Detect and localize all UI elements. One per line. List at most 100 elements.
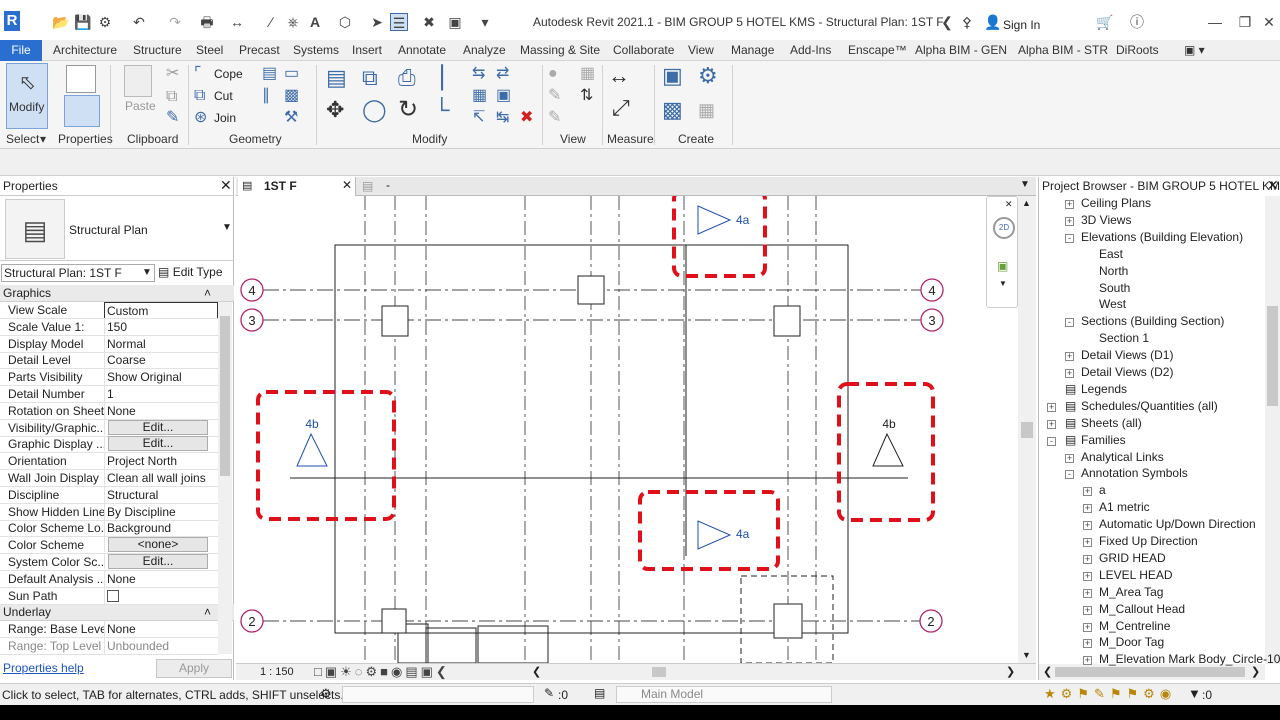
view-vertical-scrollbar[interactable]: ▲ ▼ [1018, 196, 1036, 663]
aligned-dimension-icon[interactable]: ⤢ [612, 97, 630, 119]
prop-row[interactable]: Wall Join Display Clean all wall joins [0, 470, 218, 487]
browser-item[interactable]: Automatic Up/Down Direction [1099, 517, 1256, 531]
tab-steel[interactable]: Steel [196, 43, 223, 57]
browser-item[interactable]: Section 1 [1099, 331, 1149, 345]
join-icon[interactable]: ⊛ [194, 109, 207, 127]
prop-row[interactable]: Detail Level Coarse [0, 352, 218, 370]
prop-value[interactable]: Clean all wall joins [104, 470, 218, 486]
scroll-thumb[interactable] [1021, 422, 1033, 438]
scroll-up-icon[interactable]: ▲ [1022, 198, 1031, 208]
prop-row[interactable]: Parts Visibility Show Original [0, 369, 218, 387]
prop-value[interactable]: Show Original [104, 369, 218, 386]
expand-icon[interactable]: + [1083, 622, 1092, 632]
customize-qat-icon[interactable]: ▾ [476, 13, 494, 31]
expand-icon[interactable]: + [1065, 352, 1074, 362]
close-nav-icon[interactable]: ✕ [1005, 199, 1013, 210]
section-icon[interactable]: ➤ [368, 13, 386, 31]
graphics-group-header[interactable]: Graphics ˄ [0, 285, 234, 302]
browser-hscrollbar[interactable]: ❮ ❯ [1039, 664, 1265, 680]
prop-value[interactable]: By Discipline [104, 503, 218, 520]
select-dropdown-icon[interactable]: ▾ [40, 132, 46, 146]
tab-architecture[interactable]: Architecture [53, 43, 117, 57]
split-icon[interactable]: ⇆ [472, 65, 485, 83]
model-dropdown[interactable]: Main Model [616, 686, 832, 703]
browser-item[interactable]: Legends [1081, 382, 1127, 396]
editable-only-icon[interactable]: ✎ [544, 686, 554, 700]
prop-value[interactable]: <none> [104, 537, 218, 553]
expand-icon[interactable]: + [1083, 605, 1092, 615]
design-options-icon[interactable]: ▤ [594, 686, 605, 700]
navigation-bar[interactable]: ✕ 2D ▣ ▼ [986, 196, 1018, 308]
join-label[interactable]: Join [214, 111, 236, 125]
measure-between-icon[interactable]: ↔ [608, 65, 630, 87]
browser-item[interactable]: M_Callout Head [1099, 602, 1185, 616]
browser-item[interactable]: West [1099, 297, 1126, 311]
expand-icon[interactable]: + [1065, 200, 1074, 209]
expand-icon[interactable]: + [1083, 554, 1092, 564]
modify-button[interactable]: ⬁ Modify [6, 63, 48, 129]
prop-row[interactable]: Sun Path [0, 587, 218, 605]
expand-icon[interactable]: + [1083, 521, 1092, 531]
hscroll-right-icon[interactable]: ❯ [1006, 665, 1015, 678]
browser-item[interactable]: Schedules/Quantities (all) [1081, 399, 1218, 413]
zoom-icon[interactable]: ▣ [997, 259, 1008, 273]
sign-in-link[interactable]: Sign In [1003, 18, 1040, 32]
browser-item[interactable]: North [1099, 264, 1128, 278]
expand-icon[interactable]: + [1083, 487, 1092, 497]
cut-label[interactable]: Cut [214, 89, 233, 103]
expand-icon[interactable]: + [1083, 588, 1092, 598]
copy-element-icon[interactable]: ◯ [362, 99, 387, 121]
tag-icon[interactable]: ⎈ [284, 13, 302, 31]
browser-item[interactable]: a [1099, 483, 1106, 497]
expand-icon[interactable]: + [1083, 571, 1092, 581]
prop-row[interactable]: Graphic Display ... Edit... [0, 436, 218, 454]
tab-manage[interactable]: Manage [731, 43, 774, 57]
browser-item[interactable]: Sheets (all) [1081, 416, 1142, 430]
filter-icon[interactable]: ▼ [1188, 686, 1201, 701]
prop-row[interactable]: Range: Base Level None [0, 621, 218, 638]
expand-icon[interactable]: + [1047, 419, 1056, 429]
collapse-icon[interactable]: ˄ [204, 285, 211, 301]
scroll-thumb[interactable] [1267, 306, 1278, 406]
structural-plan-canvas[interactable]: 4 3 2 4 3 2 4a 4a 4b 4b [236, 196, 1018, 663]
ribbon-toggle-icon[interactable]: ▣ ▾ [1184, 43, 1205, 57]
beam-join-icon[interactable]: ▤ [262, 65, 277, 83]
text-icon[interactable]: A [306, 13, 324, 31]
properties-scrollbar[interactable] [218, 302, 232, 654]
prop-row[interactable]: Scale Value 1: 150 [0, 318, 218, 336]
browser-item[interactable]: East [1099, 247, 1123, 261]
cope-icon[interactable]: ⌜ [194, 65, 202, 83]
prop-value[interactable]: Normal [104, 335, 218, 352]
edit-type-button[interactable]: ▤ Edit Type [158, 264, 223, 282]
cope-label[interactable]: Cope [214, 67, 243, 81]
measure-icon[interactable]: ↔ [228, 13, 246, 31]
expand-icon[interactable]: + [1065, 216, 1074, 226]
paste-icon[interactable] [124, 65, 152, 97]
drawing-area[interactable]: 4 3 2 4 3 2 4a 4a 4b 4b ✕ 2D ▣ ▼ [236, 196, 1018, 663]
delete-icon[interactable]: ✖ [520, 109, 533, 127]
cut-clip-icon[interactable]: ✂ [166, 65, 179, 83]
override-icon[interactable]: ✎ [548, 87, 561, 105]
prop-row[interactable]: Show Hidden Lines By Discipline [0, 503, 218, 521]
prop-edit-button[interactable]: Edit... [108, 419, 208, 435]
tab-enscape[interactable]: Enscape™ [848, 43, 907, 57]
workset-dropdown[interactable] [342, 686, 534, 703]
prop-row[interactable]: Color Scheme Lo... Background [0, 520, 218, 538]
collapse-icon[interactable]: - [1065, 233, 1074, 243]
binoculars-icon[interactable]: ⚴ [958, 13, 976, 31]
selection-filter-icons[interactable]: ★⚙⚑✎⚑⚑⚙◉ [1044, 686, 1176, 702]
prop-row[interactable]: Range: Top Level Unbounded [0, 638, 218, 655]
dimension-icon[interactable]: ∕ [262, 13, 280, 31]
tab-annotate[interactable]: Annotate [398, 43, 446, 57]
tab-massing-site[interactable]: Massing & Site [520, 43, 600, 57]
browser-item[interactable]: Sections (Building Section) [1081, 314, 1224, 328]
sync-icon[interactable]: ⚙ [96, 13, 114, 31]
properties-help-link[interactable]: Properties help [3, 661, 84, 675]
browser-scrollbar[interactable] [1265, 196, 1280, 664]
prop-value[interactable]: 1 [104, 386, 218, 402]
prop-edit-button[interactable]: Edit... [108, 436, 208, 452]
rotate-icon[interactable]: ↻ [398, 98, 418, 122]
paint-icon[interactable]: ▩ [284, 87, 299, 105]
prop-row[interactable]: Display Model Normal [0, 335, 218, 353]
tab-file[interactable]: File [0, 40, 42, 61]
